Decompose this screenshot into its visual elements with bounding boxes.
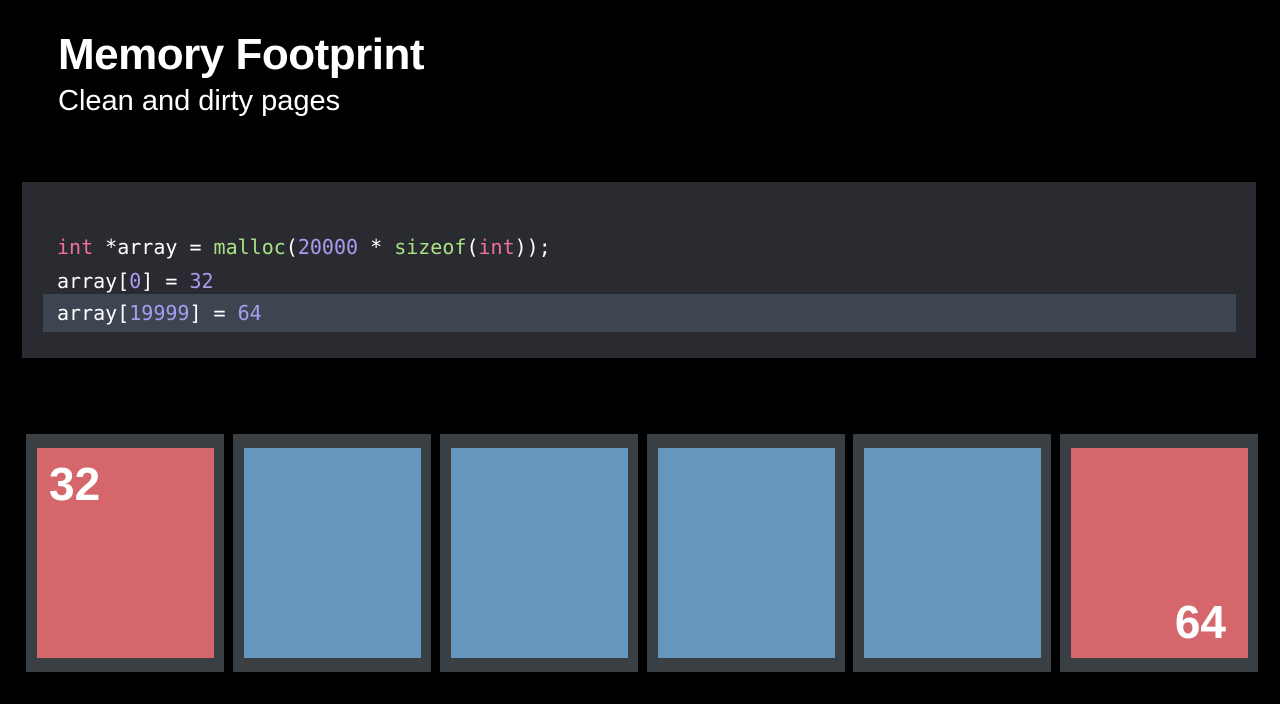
code-value: 64 <box>237 301 262 325</box>
memory-page-4 <box>647 434 845 672</box>
page-fill-clean <box>451 448 628 658</box>
code-line-malloc: int *array = malloc(20000 * sizeof(int))… <box>57 230 551 264</box>
code-function-sizeof: sizeof <box>394 235 467 259</box>
memory-page-3 <box>440 434 638 672</box>
page-fill-clean <box>244 448 421 658</box>
memory-page-6: 64 <box>1060 434 1258 672</box>
code-array-prefix: array[ <box>57 301 130 325</box>
page-fill-dirty: 64 <box>1071 448 1248 658</box>
code-keyword-int-inner: int <box>478 235 515 259</box>
memory-pages: 32 64 <box>26 434 1260 672</box>
memory-page-1: 32 <box>26 434 224 672</box>
page-value-label: 64 <box>1174 596 1226 648</box>
page-fill-clean <box>864 448 1041 658</box>
memory-page-5 <box>853 434 1051 672</box>
slide-title: Memory Footprint <box>58 30 424 79</box>
code-assign: ] = <box>141 269 190 293</box>
code-value: 32 <box>189 269 214 293</box>
code-paren: ( <box>285 235 298 259</box>
code-line-array-0: array[0] = 32 <box>57 264 214 298</box>
code-operator-mult: * <box>358 235 395 259</box>
code-keyword-int: int <box>57 235 94 259</box>
code-index: 0 <box>129 269 142 293</box>
code-number-count: 20000 <box>297 235 359 259</box>
slide-subtitle: Clean and dirty pages <box>58 85 341 117</box>
code-line-array-19999-highlighted: array[19999] = 64 <box>43 294 1236 332</box>
page-value-label: 32 <box>49 458 101 510</box>
code-panel: int *array = malloc(20000 * sizeof(int))… <box>22 182 1256 358</box>
code-assign: ] = <box>189 301 238 325</box>
memory-page-2 <box>233 434 431 672</box>
page-fill-dirty: 32 <box>37 448 214 658</box>
code-paren: ( <box>466 235 479 259</box>
code-array-prefix: array[ <box>57 269 130 293</box>
code-variable: *array = <box>93 235 214 259</box>
code-index: 19999 <box>129 301 190 325</box>
code-closing: )); <box>514 235 551 259</box>
page-fill-clean <box>658 448 835 658</box>
code-function-malloc: malloc <box>213 235 286 259</box>
